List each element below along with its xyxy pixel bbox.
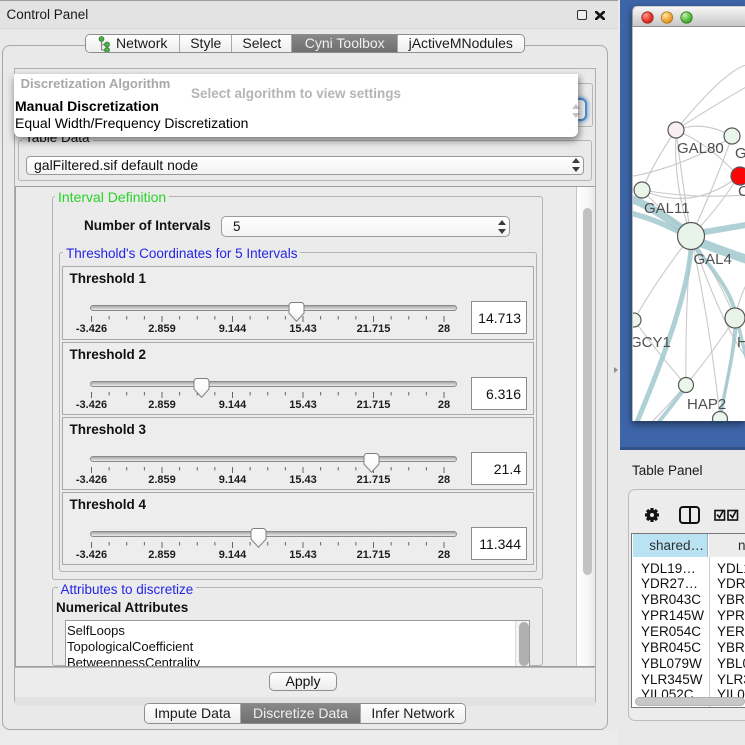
svg-text:GCY1: GCY1 [633, 334, 671, 351]
svg-text:GAL11: GAL11 [644, 200, 690, 217]
svg-text:GAL80: GAL80 [677, 140, 724, 157]
svg-text:GA: GA [735, 145, 745, 162]
svg-text:HAP2: HAP2 [687, 396, 726, 413]
svg-text:C: C [738, 183, 745, 200]
svg-text:H: H [737, 334, 745, 351]
svg-text:GAL4: GAL4 [694, 251, 732, 268]
